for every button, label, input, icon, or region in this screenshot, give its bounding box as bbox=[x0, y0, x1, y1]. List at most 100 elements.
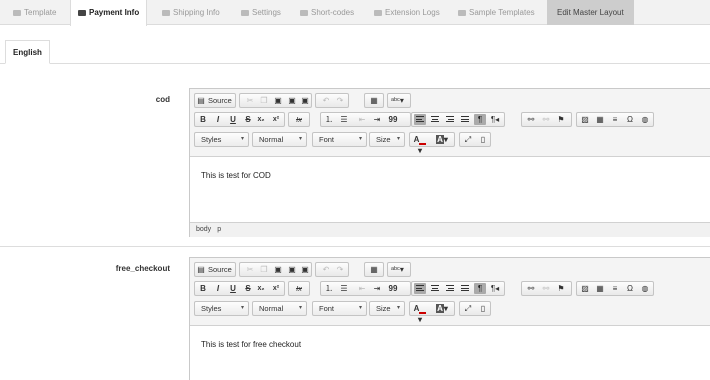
remove-format-button[interactable]: Ix bbox=[293, 283, 305, 294]
paste-word-icon[interactable]: ▣ bbox=[299, 95, 311, 106]
tab-short-codes[interactable]: Short-codes bbox=[300, 0, 354, 25]
paste-icon[interactable]: ▣ bbox=[272, 95, 284, 106]
iframe-globe-icon[interactable]: ◍ bbox=[639, 283, 651, 294]
tab-edit-master-layout[interactable]: Edit Master Layout bbox=[547, 0, 634, 25]
special-char-icon[interactable]: Ω bbox=[624, 283, 636, 294]
align-right-icon[interactable] bbox=[444, 114, 456, 125]
maximize-icon[interactable]: ⤢ bbox=[462, 303, 474, 314]
subscript-button[interactable]: x₂ bbox=[255, 114, 267, 125]
tab-payment-info[interactable]: Payment Info bbox=[70, 0, 148, 26]
align-center-icon[interactable] bbox=[429, 114, 441, 125]
paste-icon[interactable]: ▣ bbox=[272, 264, 284, 275]
image-icon[interactable]: ▨ bbox=[579, 114, 591, 125]
font-dropdown[interactable]: Font ▾ bbox=[312, 132, 367, 147]
redo-icon[interactable]: ↷ bbox=[334, 95, 346, 106]
numbered-list-icon[interactable]: ⒈ bbox=[323, 283, 335, 294]
italic-button[interactable]: I bbox=[212, 283, 224, 294]
size-dropdown[interactable]: Size ▾ bbox=[369, 132, 405, 147]
image-icon[interactable]: ▨ bbox=[579, 283, 591, 294]
size-dropdown[interactable]: Size ▾ bbox=[369, 301, 405, 316]
align-left-icon[interactable] bbox=[414, 114, 426, 125]
styles-dropdown[interactable]: Styles ▾ bbox=[194, 301, 249, 316]
strikethrough-button[interactable]: S bbox=[242, 114, 254, 125]
underline-button[interactable]: U bbox=[227, 114, 239, 125]
iframe-globe-icon[interactable]: ◍ bbox=[639, 114, 651, 125]
subscript-button[interactable]: x₂ bbox=[255, 283, 267, 294]
text-direction-ltr-icon[interactable]: ¶ bbox=[474, 114, 486, 125]
text-color-button[interactable]: A▾ bbox=[413, 303, 427, 324]
text-direction-ltr-icon[interactable]: ¶ bbox=[474, 283, 486, 294]
copy-icon[interactable]: ❐ bbox=[258, 95, 270, 106]
tab-settings[interactable]: Settings bbox=[241, 0, 281, 25]
table-icon[interactable]: ▦ bbox=[594, 283, 606, 294]
bg-color-button[interactable]: A▾ bbox=[434, 134, 450, 145]
horizontal-line-icon[interactable]: ≡ bbox=[609, 114, 621, 125]
table-icon[interactable]: ▦ bbox=[594, 114, 606, 125]
text-direction-rtl-icon[interactable]: ¶◂ bbox=[489, 283, 501, 294]
bulleted-list-icon[interactable]: ☰ bbox=[338, 283, 350, 294]
align-left-icon[interactable] bbox=[414, 283, 426, 294]
select-all-icon[interactable]: ▦ bbox=[368, 95, 380, 106]
outdent-icon[interactable]: ⇤ bbox=[356, 114, 368, 125]
redo-icon[interactable]: ↷ bbox=[334, 264, 346, 275]
blockquote-button[interactable]: 99 bbox=[387, 283, 399, 294]
tab-extension-logs[interactable]: Extension Logs bbox=[374, 0, 440, 25]
tab-template[interactable]: Template bbox=[13, 0, 56, 25]
justify-icon[interactable] bbox=[459, 283, 471, 294]
spellcheck-icon[interactable]: ᵃᵇᶜ▾ bbox=[391, 264, 404, 275]
path-item-p[interactable]: p bbox=[217, 226, 221, 233]
remove-format-button[interactable]: Ix bbox=[293, 114, 305, 125]
superscript-button[interactable]: x² bbox=[270, 114, 282, 125]
text-color-button[interactable]: A▾ bbox=[413, 134, 427, 155]
numbered-list-icon[interactable]: ⒈ bbox=[323, 114, 335, 125]
blockquote-button[interactable]: 99 bbox=[387, 114, 399, 125]
styles-dropdown[interactable]: Styles ▾ bbox=[194, 132, 249, 147]
link-icon[interactable]: ⚯ bbox=[525, 283, 537, 294]
font-dropdown[interactable]: Font ▾ bbox=[312, 301, 367, 316]
bold-button[interactable]: B bbox=[197, 283, 209, 294]
cut-icon[interactable]: ✂ bbox=[244, 264, 256, 275]
editor-content-area[interactable]: This is test for free checkout bbox=[190, 326, 710, 380]
unlink-icon[interactable]: ⚯ bbox=[540, 283, 552, 294]
source-button[interactable]: ▤ Source bbox=[194, 262, 236, 277]
text-direction-rtl-icon[interactable]: ¶◂ bbox=[489, 114, 501, 125]
maximize-icon[interactable]: ⤢ bbox=[462, 134, 474, 145]
unlink-icon[interactable]: ⚯ bbox=[540, 114, 552, 125]
indent-icon[interactable]: ⇥ bbox=[371, 114, 383, 125]
paste-word-icon[interactable]: ▣ bbox=[299, 264, 311, 275]
horizontal-line-icon[interactable]: ≡ bbox=[609, 283, 621, 294]
align-center-icon[interactable] bbox=[429, 283, 441, 294]
special-char-icon[interactable]: Ω bbox=[624, 114, 636, 125]
outdent-icon[interactable]: ⇤ bbox=[356, 283, 368, 294]
paste-text-icon[interactable]: ▣ bbox=[286, 264, 298, 275]
align-right-icon[interactable] bbox=[444, 283, 456, 294]
undo-icon[interactable]: ↶ bbox=[320, 264, 332, 275]
bulleted-list-icon[interactable]: ☰ bbox=[338, 114, 350, 125]
copy-icon[interactable]: ❐ bbox=[258, 264, 270, 275]
link-icon[interactable]: ⚯ bbox=[525, 114, 537, 125]
show-blocks-icon[interactable]: ▯ bbox=[477, 303, 489, 314]
undo-icon[interactable]: ↶ bbox=[320, 95, 332, 106]
underline-button[interactable]: U bbox=[227, 283, 239, 294]
bg-color-button[interactable]: A▾ bbox=[434, 303, 450, 314]
format-dropdown[interactable]: Normal ▾ bbox=[252, 132, 307, 147]
spellcheck-icon[interactable]: ᵃᵇᶜ▾ bbox=[391, 95, 404, 106]
tab-sample-templates[interactable]: Sample Templates bbox=[458, 0, 535, 25]
format-dropdown[interactable]: Normal ▾ bbox=[252, 301, 307, 316]
anchor-flag-icon[interactable]: ⚑ bbox=[555, 283, 567, 294]
cut-icon[interactable]: ✂ bbox=[244, 95, 256, 106]
show-blocks-icon[interactable]: ▯ bbox=[477, 134, 489, 145]
bold-button[interactable]: B bbox=[197, 114, 209, 125]
superscript-button[interactable]: x² bbox=[270, 283, 282, 294]
anchor-flag-icon[interactable]: ⚑ bbox=[555, 114, 567, 125]
strikethrough-button[interactable]: S bbox=[242, 283, 254, 294]
paste-text-icon[interactable]: ▣ bbox=[286, 95, 298, 106]
indent-icon[interactable]: ⇥ bbox=[371, 283, 383, 294]
editor-content-area[interactable]: This is test for COD bbox=[190, 157, 710, 223]
italic-button[interactable]: I bbox=[212, 114, 224, 125]
source-button[interactable]: ▤ Source bbox=[194, 93, 236, 108]
tab-english[interactable]: English bbox=[5, 40, 50, 64]
select-all-icon[interactable]: ▦ bbox=[368, 264, 380, 275]
tab-shipping-info[interactable]: Shipping Info bbox=[162, 0, 220, 25]
justify-icon[interactable] bbox=[459, 114, 471, 125]
